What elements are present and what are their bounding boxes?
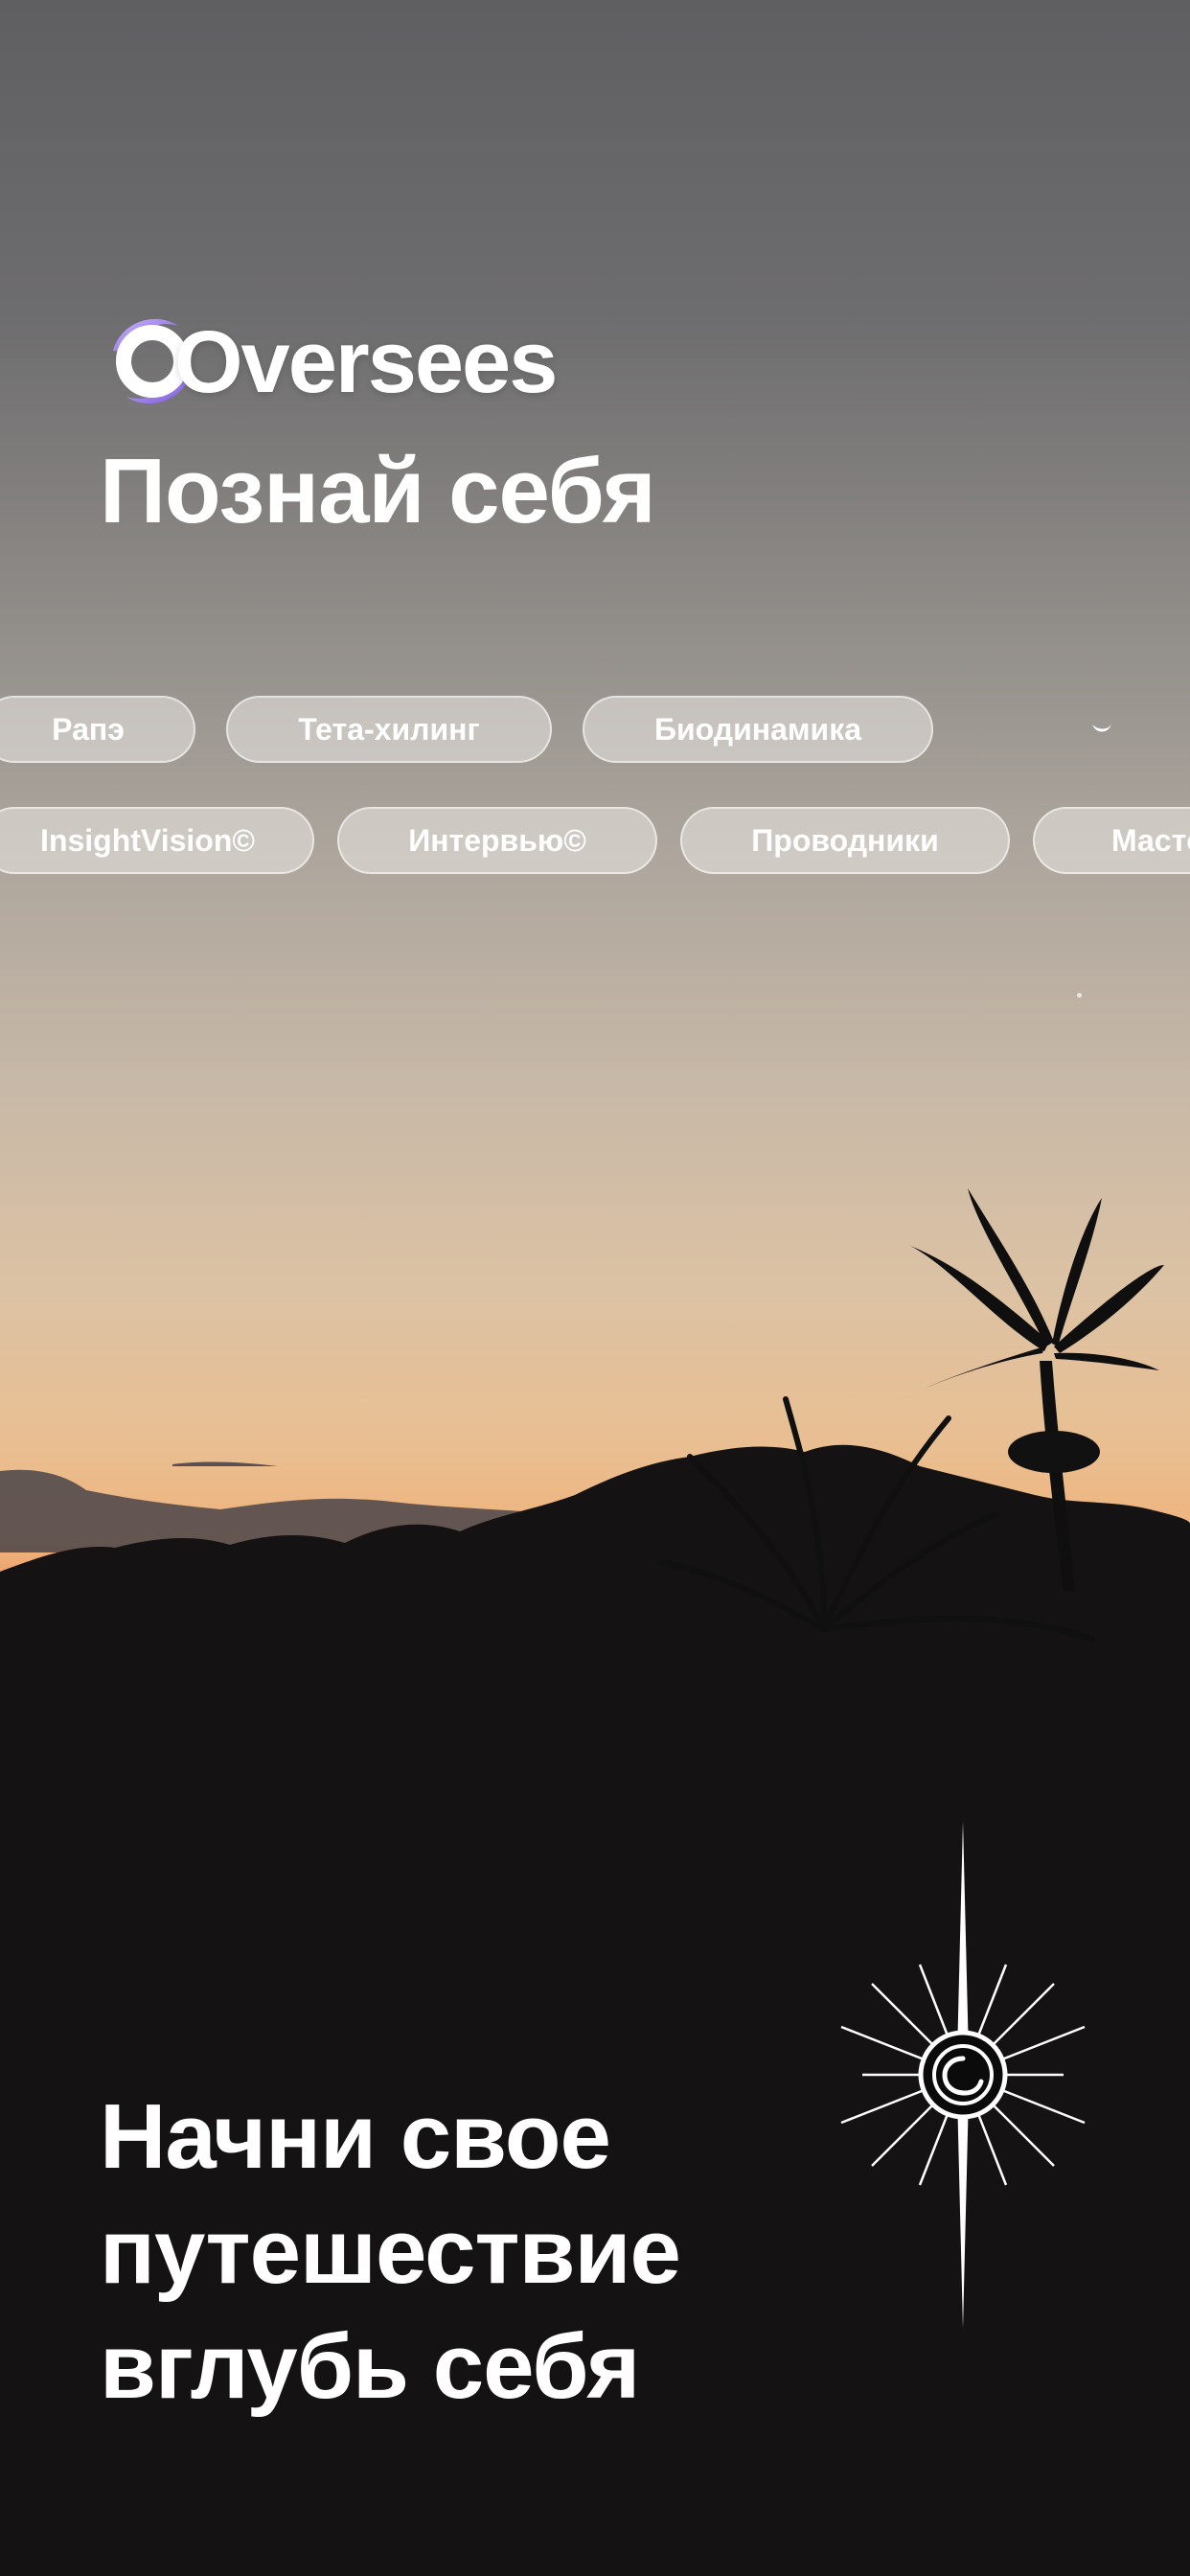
chips-row-1: Рапэ Тета-хилинг Биодинамика (0, 696, 1190, 767)
star-dot (1077, 993, 1082, 998)
page-title: Познай себя (100, 440, 656, 542)
bottom-title: Начни свое путешествие вглубь себя (100, 2080, 681, 2425)
chip-r2-0[interactable]: InsightVision© (0, 807, 314, 874)
chip-r1-0[interactable]: Рапэ (0, 696, 195, 763)
compass-star-icon (840, 1821, 1086, 2329)
chip-r1-1[interactable]: Тета-хилинг (226, 696, 552, 763)
chips-row-2: InsightVision© Интервью© Проводники Масте (0, 807, 1190, 878)
bottom-title-line: Начни свое (100, 2085, 611, 2188)
chip-r2-1[interactable]: Интервью© (337, 807, 657, 874)
bottom-title-line: вглубь себя (100, 2315, 640, 2418)
bottom-title-line: путешествие (100, 2200, 681, 2303)
chip-r2-3[interactable]: Масте (1033, 807, 1190, 874)
brand-name: Oversees (174, 313, 558, 411)
crescent-moon-icon (1092, 724, 1111, 732)
chip-r2-2[interactable]: Проводники (680, 807, 1010, 874)
chip-r1-2[interactable]: Биодинамика (583, 696, 933, 763)
